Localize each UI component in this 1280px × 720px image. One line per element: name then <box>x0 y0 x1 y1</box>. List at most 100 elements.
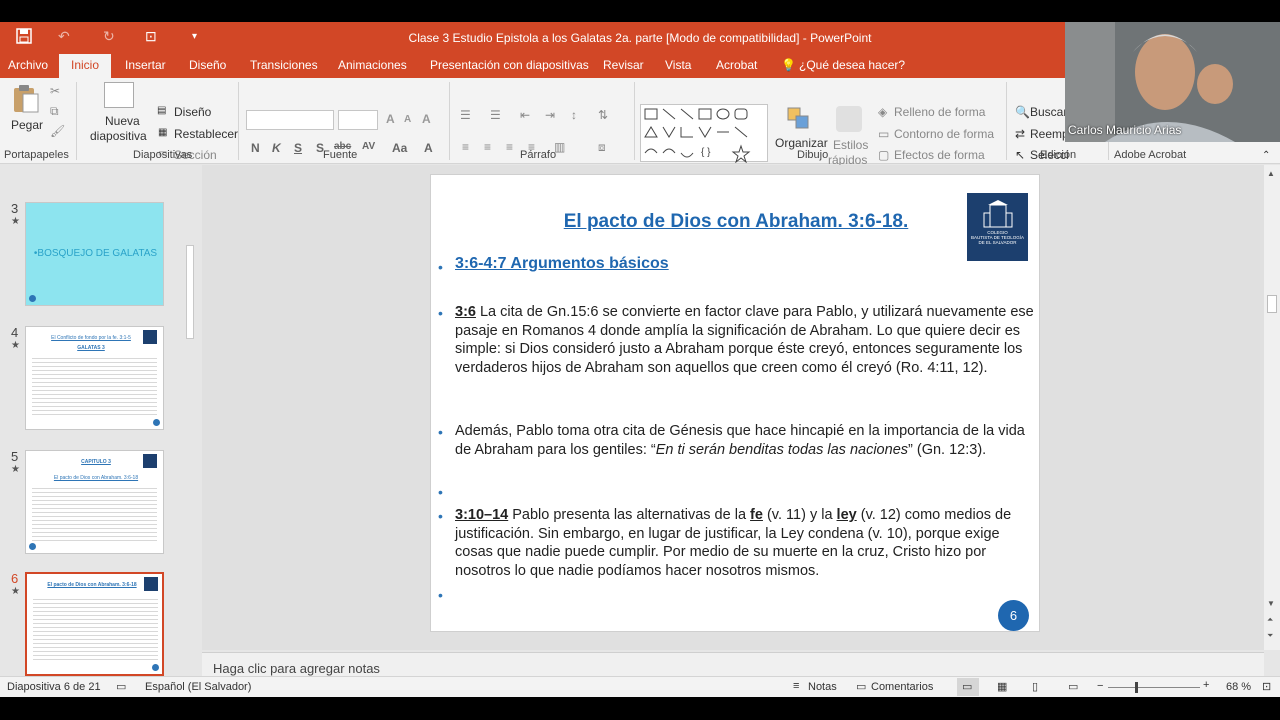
notes-placeholder[interactable]: Haga clic para agregar notas <box>213 661 380 676</box>
underline-button[interactable]: S <box>294 141 302 155</box>
paragraph-text: ” (Gn. 12:3). <box>908 441 987 458</box>
italic-button[interactable]: K <box>272 141 281 155</box>
shape-outline-button[interactable]: Contorno de forma <box>894 127 994 141</box>
smartart-icon[interactable]: ⧈ <box>598 140 606 155</box>
shapes-gallery[interactable]: { } <box>640 104 768 163</box>
notes-toggle[interactable]: Notas <box>808 681 837 693</box>
thumb-text-lines <box>32 485 157 541</box>
quick-styles-button-line1[interactable]: Estilos <box>833 138 868 152</box>
next-slide-icon[interactable]: ⏷ <box>1267 631 1273 641</box>
bullet: • <box>438 305 443 321</box>
shape-effects-icon: ▢ <box>878 148 890 162</box>
slide-thumbnail-4[interactable]: El Conflicto de fondo por la fe. 3:1-5 G… <box>25 326 164 430</box>
increase-indent-icon[interactable]: ⇥ <box>545 108 555 122</box>
zoom-level[interactable]: 68 % <box>1226 681 1251 693</box>
reset-button[interactable]: Restablecer <box>174 127 238 141</box>
new-slide-button-line2[interactable]: diapositiva <box>90 129 147 143</box>
font-name-input[interactable] <box>246 110 334 130</box>
tab-diseno[interactable]: Diseño <box>189 58 226 72</box>
new-slide-icon[interactable] <box>104 82 134 108</box>
scroll-thumb[interactable] <box>1267 295 1277 313</box>
font-color-button[interactable]: A <box>424 141 433 155</box>
spellcheck-icon[interactable]: ▭ <box>116 680 126 693</box>
find-button[interactable]: Buscar <box>1030 105 1067 119</box>
tab-animaciones[interactable]: Animaciones <box>338 58 407 72</box>
tab-transiciones[interactable]: Transiciones <box>250 58 318 72</box>
collapse-ribbon-icon[interactable]: ⌃ <box>1262 150 1270 161</box>
zoom-slider[interactable] <box>1108 687 1200 688</box>
paragraph-3-10-14: 3:10–14 Pablo presenta las alternativas … <box>455 506 1035 580</box>
tab-insertar[interactable]: Insertar <box>125 58 166 72</box>
current-slide[interactable]: El pacto de Dios con Abraham. 3:6-18. CO… <box>430 174 1040 632</box>
reading-view-icon[interactable]: ▯ <box>1032 680 1038 693</box>
thumbs-scrollbar[interactable] <box>184 187 196 675</box>
shrink-font-icon[interactable]: A <box>404 114 411 125</box>
slideshow-icon[interactable]: ▭ <box>1068 680 1078 693</box>
quick-styles-icon[interactable] <box>836 106 862 132</box>
paste-icon[interactable] <box>12 84 40 114</box>
decrease-indent-icon[interactable]: ⇤ <box>520 108 530 122</box>
line-spacing-icon[interactable]: ↕ <box>571 108 577 122</box>
arrange-button[interactable]: Organizar <box>775 136 828 150</box>
font-size-input[interactable] <box>338 110 378 130</box>
bold-button[interactable]: N <box>251 141 260 155</box>
group-label-editing: Edición <box>1040 149 1077 161</box>
thumbs-scroll-thumb[interactable] <box>186 245 194 339</box>
thumb-number: 6 <box>11 571 19 586</box>
zoom-in-icon[interactable]: + <box>1203 679 1209 691</box>
slide-thumbnails-pane: 3 ★ •BOSQUEJO DE GALATAS 4 ★ El Conflict… <box>0 165 200 676</box>
fit-slide-icon[interactable]: ⊡ <box>1262 680 1271 693</box>
tab-acrobat[interactable]: Acrobat <box>716 58 757 72</box>
cut-icon[interactable]: ✂ <box>50 84 60 98</box>
tab-inicio[interactable]: Inicio <box>59 54 112 78</box>
copy-icon[interactable]: ⧉ <box>50 104 59 119</box>
format-painter-icon[interactable]: 🖌 <box>50 124 65 138</box>
tell-me-search[interactable]: ¿Qué desea hacer? <box>799 58 905 72</box>
reset-icon: ▦ <box>158 127 168 138</box>
align-left-icon[interactable]: ≡ <box>462 140 469 154</box>
tab-revisar[interactable]: Revisar <box>603 58 644 72</box>
bullets-icon[interactable]: ☰ <box>460 108 471 122</box>
paste-button[interactable]: Pegar <box>11 118 43 132</box>
language-status[interactable]: Español (El Salvador) <box>145 681 251 693</box>
align-right-icon[interactable]: ≡ <box>506 140 513 154</box>
thumb-number: 5 <box>11 449 19 464</box>
shape-effects-button[interactable]: Efectos de forma <box>894 148 985 162</box>
text-direction-icon[interactable]: ⇅ <box>598 108 608 122</box>
tab-vista[interactable]: Vista <box>665 58 691 72</box>
grow-font-icon[interactable]: A <box>386 112 395 126</box>
bullet: • <box>438 259 443 275</box>
italic-quote: En ti serán benditas todas las naciones <box>655 441 909 458</box>
arrange-icon[interactable] <box>786 106 810 130</box>
group-label-slides: Diapositivas <box>133 149 193 161</box>
zoom-slider-thumb[interactable] <box>1135 682 1138 693</box>
group-label-paragraph: Párrafo <box>520 149 557 161</box>
numbering-icon[interactable]: ☰ <box>490 108 501 122</box>
thumb-subtitle: GALATAS 3 <box>77 345 105 351</box>
slide-scrollbar[interactable]: ▲ ▼ ⏶ ⏷ <box>1264 165 1280 650</box>
scroll-down-icon[interactable]: ▼ <box>1267 599 1275 608</box>
char-spacing-button[interactable]: AV <box>362 141 375 152</box>
paragraph-ademas: Además, Pablo toma otra cita de Génesis … <box>455 422 1035 459</box>
clear-format-icon[interactable]: A <box>422 112 431 126</box>
slide-sorter-icon[interactable]: ▦ <box>997 680 1007 693</box>
group-label-clipboard: Portapapeles <box>4 149 69 161</box>
replace-button[interactable]: Reemp <box>1030 127 1069 141</box>
comments-toggle[interactable]: Comentarios <box>871 681 933 693</box>
shape-fill-button[interactable]: Relleno de forma <box>894 105 985 119</box>
layout-button[interactable]: Diseño <box>174 105 211 119</box>
slide-thumbnail-5[interactable]: CAPITULO 3 El pacto de Dios con Abraham.… <box>25 450 164 554</box>
zoom-out-icon[interactable]: − <box>1097 680 1103 692</box>
new-slide-button-line1[interactable]: Nueva <box>105 114 140 128</box>
status-bar: Diapositiva 6 de 21 ▭ Español (El Salvad… <box>0 676 1280 697</box>
change-case-button[interactable]: Aa <box>392 141 407 155</box>
tab-presentacion[interactable]: Presentación con diapositivas <box>430 58 589 72</box>
slide-thumbnail-6-selected[interactable]: El pacto de Dios con Abraham. 3:6-18 <box>25 572 164 676</box>
align-center-icon[interactable]: ≡ <box>484 140 491 154</box>
tab-archivo[interactable]: Archivo <box>8 58 48 72</box>
slide-thumbnail-3[interactable]: •BOSQUEJO DE GALATAS <box>25 202 164 306</box>
previous-slide-icon[interactable]: ⏶ <box>1267 615 1273 625</box>
thumb-logo <box>143 454 157 468</box>
scroll-up-icon[interactable]: ▲ <box>1267 169 1275 178</box>
participant-name: Carlos Mauricio Arias <box>1068 123 1182 137</box>
